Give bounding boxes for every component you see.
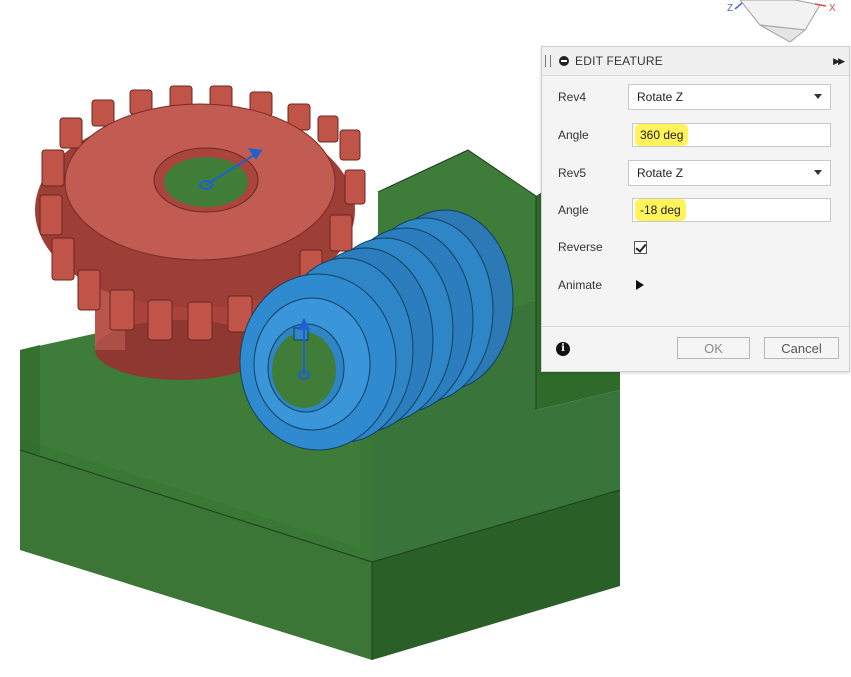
- angle1-row: Angle 360 deg: [542, 120, 849, 150]
- x-axis-label: X: [829, 3, 836, 14]
- rev5-row: Rev5 Rotate Z: [542, 158, 849, 188]
- reverse-row: Reverse: [542, 232, 849, 262]
- rev4-select[interactable]: Rotate Z: [628, 84, 831, 110]
- collapse-icon[interactable]: [559, 56, 569, 66]
- z-axis-line: [734, 2, 743, 10]
- rev4-row: Rev4 Rotate Z: [542, 82, 849, 112]
- animate-row: Animate: [542, 270, 849, 300]
- play-icon[interactable]: [636, 280, 644, 290]
- rev5-select[interactable]: Rotate Z: [628, 160, 831, 186]
- reverse-checkbox[interactable]: [634, 240, 647, 254]
- panel-footer: i OK Cancel: [542, 326, 849, 371]
- ok-button[interactable]: OK: [677, 337, 750, 359]
- angle1-label: Angle: [558, 128, 589, 142]
- animate-label: Animate: [558, 278, 603, 292]
- angle2-value: -18 deg: [637, 201, 684, 219]
- chevron-down-icon: [814, 170, 822, 175]
- edit-feature-panel: EDIT FEATURE ▶▶ Rev4 Rotate Z Angle 360 …: [541, 46, 850, 372]
- double-chevron-right-icon[interactable]: ▶▶: [833, 56, 845, 67]
- panel-header[interactable]: EDIT FEATURE ▶▶: [542, 47, 849, 76]
- reverse-label: Reverse: [558, 240, 603, 254]
- rev5-label: Rev5: [558, 166, 587, 180]
- info-icon[interactable]: i: [556, 342, 570, 356]
- panel-title: EDIT FEATURE: [575, 54, 663, 68]
- angle2-input[interactable]: -18 deg: [632, 198, 831, 222]
- cancel-button[interactable]: Cancel: [764, 337, 839, 359]
- view-cube[interactable]: Z X: [727, 0, 836, 43]
- angle2-label: Angle: [558, 203, 589, 217]
- rev5-select-value: Rotate Z: [637, 166, 684, 180]
- chevron-down-icon: [814, 94, 822, 99]
- drag-grip-icon[interactable]: [545, 55, 551, 67]
- rev4-select-value: Rotate Z: [637, 90, 684, 104]
- angle2-row: Angle -18 deg: [542, 195, 849, 225]
- angle1-input[interactable]: 360 deg: [632, 123, 831, 147]
- angle1-value: 360 deg: [637, 126, 687, 144]
- rev4-label: Rev4: [558, 90, 587, 104]
- z-axis-label: Z: [727, 3, 733, 14]
